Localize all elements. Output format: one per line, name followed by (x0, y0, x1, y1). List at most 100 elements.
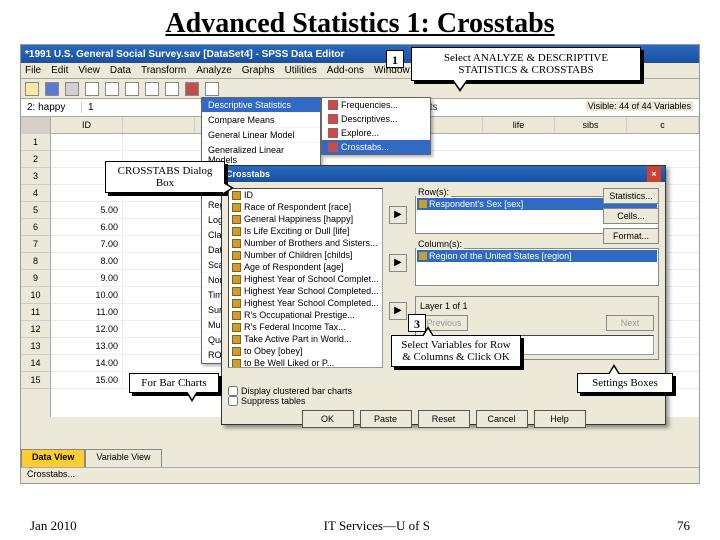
undo-icon[interactable] (105, 82, 119, 96)
print-icon[interactable] (65, 82, 79, 96)
list-item[interactable]: R's Occupational Prestige... (229, 309, 382, 321)
menu-graphs[interactable]: Graphs (242, 65, 275, 76)
reset-button[interactable]: Reset (418, 410, 470, 428)
menu-item-glm[interactable]: General Linear Model (202, 128, 320, 143)
column-header[interactable]: sibs (555, 117, 627, 133)
list-item[interactable]: Is Life Exciting or Dull [life] (229, 225, 382, 237)
insert-icon[interactable] (205, 82, 219, 96)
submenu-descriptives[interactable]: Descriptives... (322, 112, 430, 126)
ok-button[interactable]: OK (302, 410, 354, 428)
grid-cell[interactable]: 10.00 (51, 287, 123, 303)
list-item[interactable]: Number of Children [childs] (229, 249, 382, 261)
column-header[interactable]: ID (51, 117, 123, 133)
row-header[interactable]: 4 (21, 185, 50, 202)
list-item[interactable]: Number of Brothers and Sisters... (229, 237, 382, 249)
grid-cell[interactable]: 9.00 (51, 270, 123, 286)
list-item[interactable]: Highest Year of School Complet... (229, 273, 382, 285)
transfer-col-button[interactable]: ▶ (389, 254, 407, 272)
list-item[interactable]: Race of Respondent [race] (229, 201, 382, 213)
row-header[interactable]: 6 (21, 219, 50, 236)
tab-data-view[interactable]: Data View (21, 449, 85, 467)
close-icon[interactable]: × (647, 166, 661, 182)
variable-icon (232, 311, 241, 320)
row-header[interactable]: 7 (21, 236, 50, 253)
grid-cell[interactable] (51, 134, 123, 150)
menu-file[interactable]: File (25, 65, 41, 76)
find-icon[interactable] (165, 82, 179, 96)
grid-cell[interactable]: 15.00 (51, 372, 123, 388)
menu-transform[interactable]: Transform (141, 65, 186, 76)
variable-label: Number of Brothers and Sisters... (244, 238, 378, 248)
submenu-explore[interactable]: Explore... (322, 126, 430, 140)
list-item[interactable]: Highest Year School Completed... (229, 285, 382, 297)
grid-cell[interactable]: 14.00 (51, 355, 123, 371)
column-header[interactable]: c (627, 117, 699, 133)
row-header[interactable]: 2 (21, 151, 50, 168)
checkbox-icon[interactable] (228, 386, 238, 396)
row-header[interactable]: 5 (21, 202, 50, 219)
columns-box[interactable]: Column(s): Region of the United States [… (415, 248, 659, 286)
menu-addons[interactable]: Add-ons (327, 65, 364, 76)
list-item[interactable]: ID (229, 189, 382, 201)
statistics-button[interactable]: Statistics... (603, 188, 659, 204)
transfer-layer-button[interactable]: ▶ (389, 302, 407, 320)
column-header[interactable]: life (483, 117, 555, 133)
variable-list[interactable]: ID Race of Respondent [race] General Hap… (228, 188, 383, 368)
save-icon[interactable] (45, 82, 59, 96)
grid-cell[interactable]: 11.00 (51, 304, 123, 320)
columns-entry[interactable]: Region of the United States [region] (417, 250, 657, 262)
callout-text: For Bar Charts (141, 377, 206, 389)
list-item[interactable]: Take Active Part in World... (229, 333, 382, 345)
list-item[interactable]: to Obey [obey] (229, 345, 382, 357)
list-item[interactable]: Highest Year School Completed... (229, 297, 382, 309)
list-item[interactable]: R's Federal Income Tax... (229, 321, 382, 333)
recall-icon[interactable] (85, 82, 99, 96)
help-button[interactable]: Help (534, 410, 586, 428)
grid-cell[interactable]: 13.00 (51, 338, 123, 354)
submenu-frequencies[interactable]: Frequencies... (322, 98, 430, 112)
row-header[interactable]: 10 (21, 287, 50, 304)
grid-cell[interactable]: 7.00 (51, 236, 123, 252)
row-header[interactable]: 15 (21, 372, 50, 389)
row-header[interactable]: 9 (21, 270, 50, 287)
grid-cell[interactable]: 12.00 (51, 321, 123, 337)
menu-view[interactable]: View (78, 65, 100, 76)
menu-data[interactable]: Data (110, 65, 131, 76)
row-header[interactable]: 13 (21, 338, 50, 355)
row-header[interactable]: 12 (21, 321, 50, 338)
submenu-crosstabs[interactable]: Crosstabs... (322, 140, 430, 154)
menu-utilities[interactable]: Utilities (285, 65, 317, 76)
variable-label: Highest Year School Completed... (244, 286, 379, 296)
menu-item-compare-means[interactable]: Compare Means (202, 113, 320, 128)
checkbox-icon[interactable] (228, 396, 238, 406)
row-header[interactable]: 11 (21, 304, 50, 321)
column-header[interactable] (123, 117, 195, 133)
list-item[interactable]: Age of Respondent [age] (229, 261, 382, 273)
callout-text: Settings Boxes (592, 377, 658, 389)
menu-item-descriptive-statistics[interactable]: Descriptive Statistics (202, 98, 320, 113)
goto-icon[interactable] (145, 82, 159, 96)
open-icon[interactable] (25, 82, 39, 96)
grid-cell[interactable]: 5.00 (51, 202, 123, 218)
cells-button[interactable]: Cells... (603, 208, 659, 224)
grid-cell[interactable]: 8.00 (51, 253, 123, 269)
redo-icon[interactable] (125, 82, 139, 96)
row-header[interactable]: 3 (21, 168, 50, 185)
menu-edit[interactable]: Edit (51, 65, 68, 76)
format-button[interactable]: Format... (603, 228, 659, 244)
grid-cell[interactable]: 6.00 (51, 219, 123, 235)
tab-variable-view[interactable]: Variable View (85, 449, 161, 467)
chart-icon[interactable] (185, 82, 199, 96)
row-header[interactable]: 1 (21, 134, 50, 151)
paste-button[interactable]: Paste (360, 410, 412, 428)
list-item[interactable]: General Happiness [happy] (229, 213, 382, 225)
suppress-tables-checkbox[interactable]: Suppress tables (228, 396, 659, 406)
transfer-row-button[interactable]: ▶ (389, 206, 407, 224)
row-header[interactable]: 14 (21, 355, 50, 372)
row-header[interactable]: 8 (21, 253, 50, 270)
cell-ref-value[interactable]: 1 (81, 102, 141, 113)
menu-analyze[interactable]: Analyze (196, 65, 232, 76)
next-button[interactable]: Next (606, 315, 654, 331)
cancel-button[interactable]: Cancel (476, 410, 528, 428)
list-item[interactable]: to Be Well Liked or P... (229, 357, 382, 368)
